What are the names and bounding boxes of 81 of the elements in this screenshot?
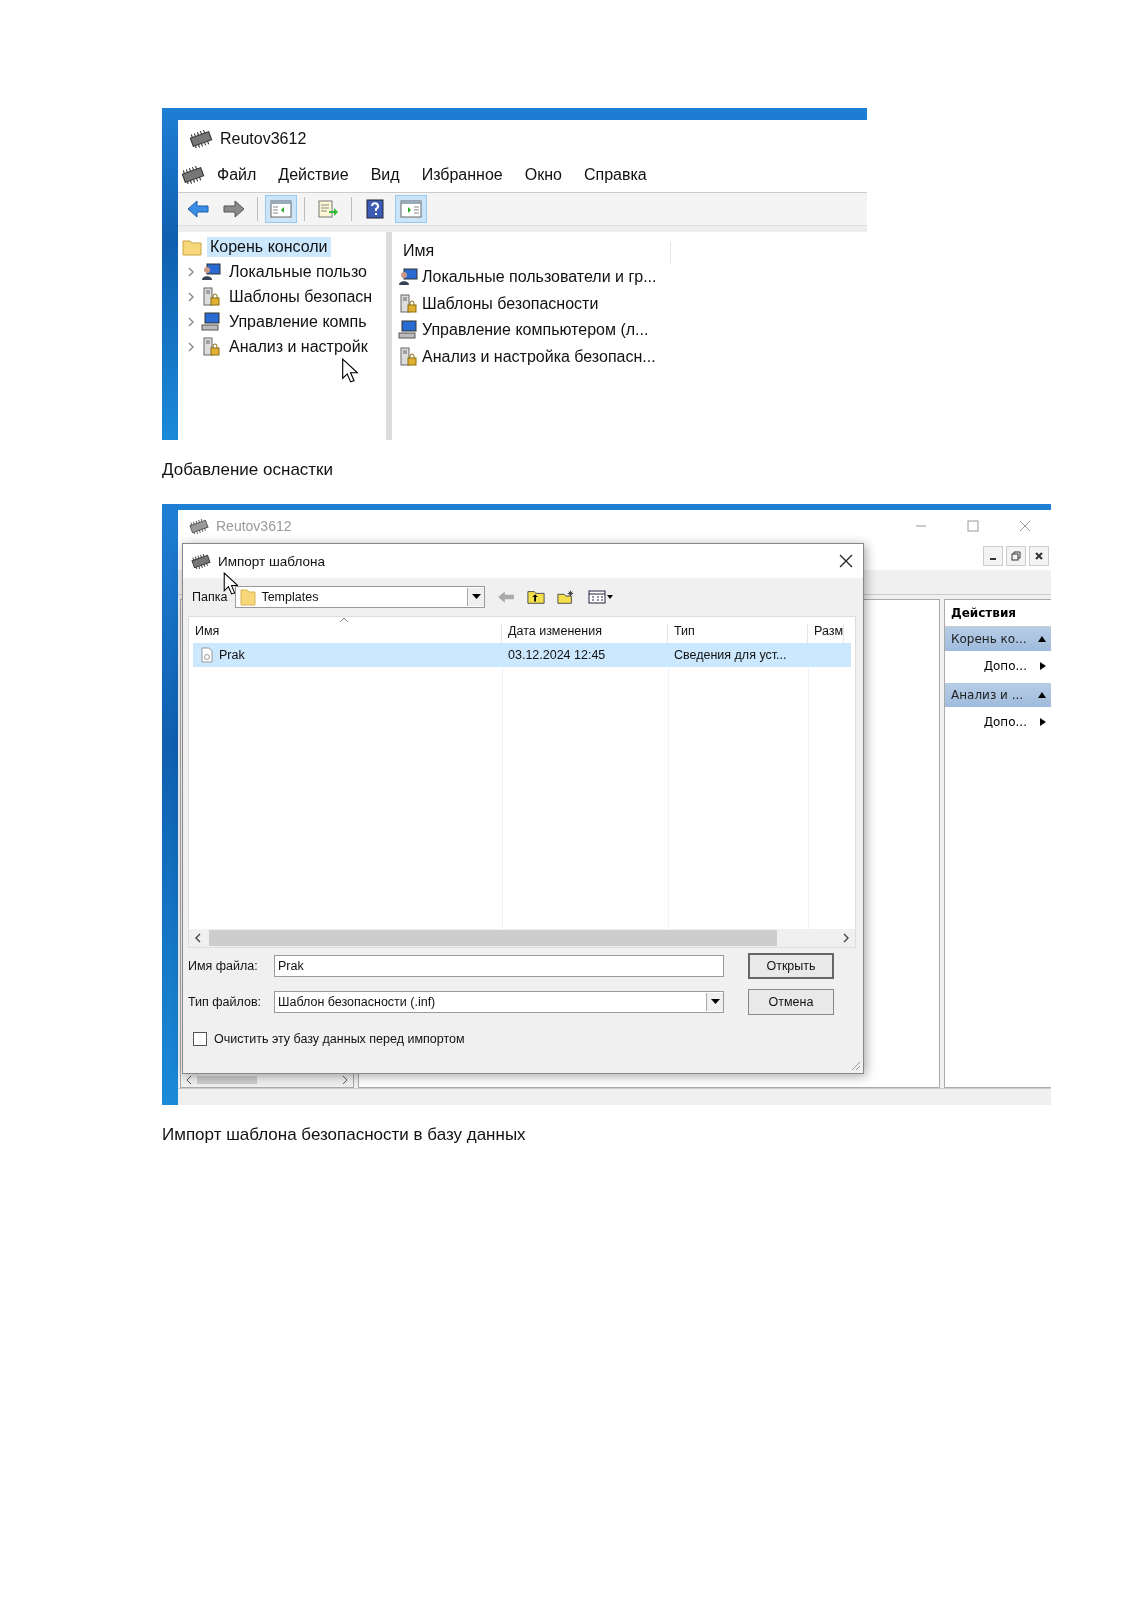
cursor-icon (341, 358, 358, 383)
server-lock-icon (398, 346, 418, 367)
minimize-button[interactable] (983, 546, 1003, 566)
scroll-left-icon[interactable] (193, 933, 203, 943)
resize-grip-icon[interactable] (849, 1059, 861, 1071)
restore-icon (1011, 551, 1021, 561)
expand-icon[interactable] (186, 315, 196, 328)
restore-button[interactable] (1006, 546, 1026, 566)
sort-icon (339, 617, 349, 623)
file-type-dropdown[interactable]: Шаблон безопасности (.inf) (274, 991, 724, 1013)
action-item[interactable]: Допо... (983, 715, 1027, 729)
server-lock-icon (398, 293, 418, 314)
chip-icon (190, 553, 212, 569)
menu-item[interactable]: Действие (267, 166, 360, 184)
list-item[interactable]: Шаблоны безопасности (422, 294, 599, 313)
dialog-title: Импорт шаблона (218, 553, 325, 569)
scrollbar[interactable] (189, 929, 855, 947)
collapse-icon[interactable] (1037, 635, 1047, 643)
list-item[interactable]: Локальные пользователи и гр... (422, 268, 657, 287)
server-lock-icon (201, 286, 221, 307)
window-title: Reutov3612 (220, 130, 307, 148)
users-icon (398, 267, 418, 288)
tree-item[interactable]: Анализ и настройк (226, 336, 371, 357)
figure-caption: Импорт шаблона безопасности в базу данных (162, 1125, 527, 1145)
chip-icon (188, 130, 214, 148)
close-button[interactable] (1029, 546, 1049, 566)
open-button[interactable]: Открыть (748, 953, 834, 979)
list-item[interactable]: Управление компьютером (л... (422, 321, 649, 340)
new-folder-icon[interactable] (557, 589, 576, 605)
tree-item[interactable]: Корень консоли (207, 236, 331, 257)
computer-icon (398, 320, 418, 341)
expand-icon[interactable] (186, 340, 196, 353)
file-icon (199, 647, 215, 663)
server-lock-icon (201, 336, 221, 357)
close-icon (1034, 551, 1044, 561)
submenu-arrow-icon (1039, 661, 1047, 671)
field-label: Тип файлов: (188, 995, 263, 1009)
menu-item[interactable]: Файл (206, 166, 268, 184)
action-group[interactable]: Корень ко... (945, 627, 1051, 651)
window-title: Reutov3612 (216, 518, 292, 534)
menu-item[interactable]: Окно (513, 166, 573, 184)
folder-up-icon[interactable] (527, 589, 546, 605)
tree-item[interactable]: Шаблоны безопасн (226, 286, 376, 307)
table-cell-text: Сведения для уст... (673, 648, 788, 662)
list-item[interactable]: Анализ и настройка безопасн... (422, 347, 656, 366)
file-name-field[interactable]: Prak (274, 955, 724, 977)
file-row[interactable]: Prak 03.12.2024 12:45 Сведения для уст... (193, 643, 851, 667)
dropdown-arrow-icon[interactable] (710, 999, 720, 1005)
submenu-arrow-icon (1039, 717, 1047, 727)
folder-icon (240, 588, 257, 606)
folder-dropdown[interactable]: Templates (235, 586, 486, 608)
menu-item[interactable]: Избранное (410, 166, 514, 184)
tree-item[interactable]: Управление компь (226, 311, 370, 332)
chip-icon (188, 518, 210, 534)
users-icon (201, 261, 221, 282)
cancel-button[interactable]: Отмена (748, 989, 834, 1015)
scroll-left-icon[interactable] (185, 1075, 193, 1085)
menu-item[interactable]: Справка (572, 166, 658, 184)
checkbox[interactable] (193, 1032, 207, 1046)
scroll-right-icon[interactable] (341, 1075, 349, 1085)
action-group[interactable]: Анализ и ... (945, 683, 1051, 707)
view-menu-icon[interactable] (587, 589, 616, 605)
figure-caption: Добавление оснастки (162, 460, 335, 480)
computer-icon (201, 311, 221, 332)
minimize-icon (990, 558, 996, 560)
field-label: Имя файла: (188, 959, 259, 973)
action-item[interactable]: Допо... (983, 659, 1027, 673)
dropdown-arrow-icon[interactable] (471, 594, 481, 600)
tree-item[interactable]: Локальные пользо (226, 261, 370, 282)
scroll-right-icon[interactable] (841, 933, 851, 943)
menu-item[interactable]: Вид (359, 166, 411, 184)
checkbox-label: Очистить эту базу данных перед импортом (214, 1032, 465, 1046)
expand-icon[interactable] (186, 290, 196, 303)
close-icon[interactable] (839, 554, 853, 568)
collapse-icon[interactable] (1037, 691, 1047, 699)
table-cell: Prak (219, 648, 245, 662)
expand-icon[interactable] (186, 265, 196, 278)
chip-icon (180, 166, 206, 184)
column-header[interactable]: Имя (398, 242, 671, 264)
table-cell-text: 03.12.2024 12:45 (507, 648, 607, 662)
field-label: Папка (192, 590, 228, 604)
